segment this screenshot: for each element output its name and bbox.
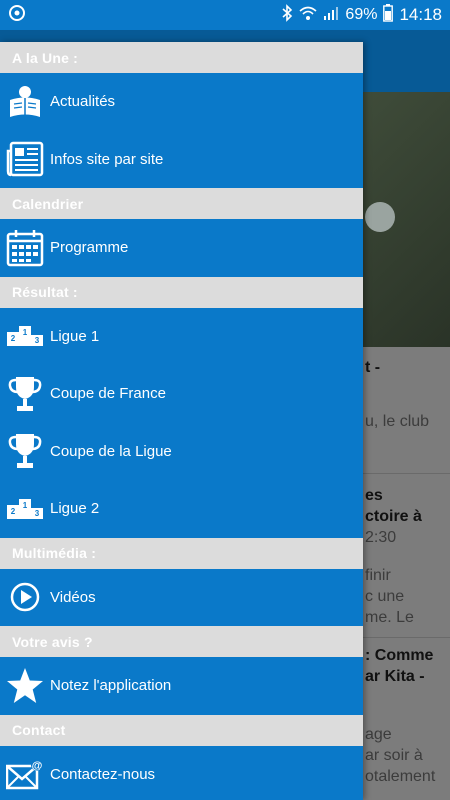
- menu-item-contactez-nous[interactable]: @ Contactez-nous: [0, 746, 363, 800]
- svg-text:@: @: [32, 760, 43, 772]
- svg-text:3: 3: [35, 509, 40, 518]
- navigation-drawer[interactable]: A la Une : Actualités Infos site par sit…: [0, 42, 363, 800]
- section-header-votre-avis: Votre avis ?: [0, 626, 363, 657]
- menu-item-label: Coupe de France: [50, 385, 166, 403]
- status-bar: 69% 14:18: [0, 0, 450, 30]
- trophy-icon: [6, 375, 44, 413]
- star-icon: [6, 667, 44, 705]
- menu-item-label: Coupe de la Ligue: [50, 442, 172, 460]
- podium-icon: 1 2 3: [6, 490, 44, 528]
- menu-item-notez-application[interactable]: Notez l'application: [0, 657, 363, 715]
- podium-icon: 1 2 3: [6, 317, 44, 355]
- mail-icon: @: [6, 755, 44, 793]
- menu-item-label: Contactez-nous: [50, 765, 156, 783]
- signal-icon: [323, 5, 339, 26]
- menu-item-actualites[interactable]: Actualités: [0, 73, 363, 131]
- menu-item-label: Infos site par site: [50, 150, 164, 168]
- menu-item-ligue-2[interactable]: 1 2 3 Ligue 2: [0, 480, 363, 538]
- news-snippet: me. Le: [365, 609, 414, 626]
- news-snippet: c une: [365, 588, 405, 605]
- news-snippet: 2:30: [365, 529, 397, 546]
- svg-text:1: 1: [23, 501, 28, 510]
- news-snippet: u, le club: [365, 413, 430, 430]
- svg-text:2: 2: [11, 507, 16, 516]
- menu-item-label: Ligue 2: [50, 500, 100, 518]
- calendar-icon: [6, 229, 44, 267]
- hero-figure: [365, 202, 395, 232]
- news-snippet: ar Kita -: [365, 668, 425, 685]
- menu-item-label: Actualités: [50, 93, 116, 111]
- svg-text:3: 3: [35, 336, 40, 345]
- battery-icon: [383, 3, 394, 27]
- play-icon: [6, 578, 44, 616]
- menu-item-infos-site[interactable]: Infos site par site: [0, 131, 363, 189]
- news-snippet: : Comme: [365, 647, 434, 664]
- clock: 14:18: [399, 5, 442, 24]
- menu-item-coupe-de-la-ligue[interactable]: Coupe de la Ligue: [0, 423, 363, 481]
- newspaper-reader-icon: [6, 83, 44, 121]
- news-snippet: t -: [365, 359, 381, 376]
- news-snippet: finir: [365, 567, 391, 584]
- battery-percent: 69%: [345, 6, 378, 23]
- menu-item-ligue-1[interactable]: 1 2 3 Ligue 1: [0, 308, 363, 366]
- svg-text:2: 2: [11, 334, 16, 343]
- section-header-contact: Contact: [0, 714, 363, 746]
- menu-item-videos[interactable]: Vidéos: [0, 569, 363, 627]
- menu-item-programme[interactable]: Programme: [0, 219, 363, 277]
- menu-item-label: Programme: [50, 239, 129, 257]
- trophy-icon: [6, 432, 44, 470]
- bluetooth-icon: [281, 3, 293, 27]
- section-header-a-la-une: A la Une :: [0, 42, 363, 73]
- svg-text:1: 1: [23, 328, 28, 337]
- divider: [363, 637, 450, 638]
- section-header-multimedia: Multimédia :: [0, 537, 363, 569]
- news-snippet: age: [365, 726, 392, 743]
- news-snippet: otalement: [365, 768, 436, 785]
- divider: [363, 473, 450, 474]
- news-snippet: es: [365, 487, 383, 504]
- menu-item-label: Ligue 1: [50, 327, 100, 345]
- section-header-calendrier: Calendrier: [0, 188, 363, 219]
- newspaper-icon: [6, 140, 44, 178]
- menu-item-label: Vidéos: [50, 588, 96, 606]
- sync-icon: [8, 4, 26, 27]
- wifi-icon: [299, 5, 317, 26]
- section-header-resultat: Résultat :: [0, 276, 363, 308]
- menu-item-coupe-de-france[interactable]: Coupe de France: [0, 365, 363, 423]
- news-snippet: ctoire à: [365, 508, 422, 525]
- news-snippet: ar soir à: [365, 747, 423, 764]
- menu-item-label: Notez l'application: [50, 677, 172, 695]
